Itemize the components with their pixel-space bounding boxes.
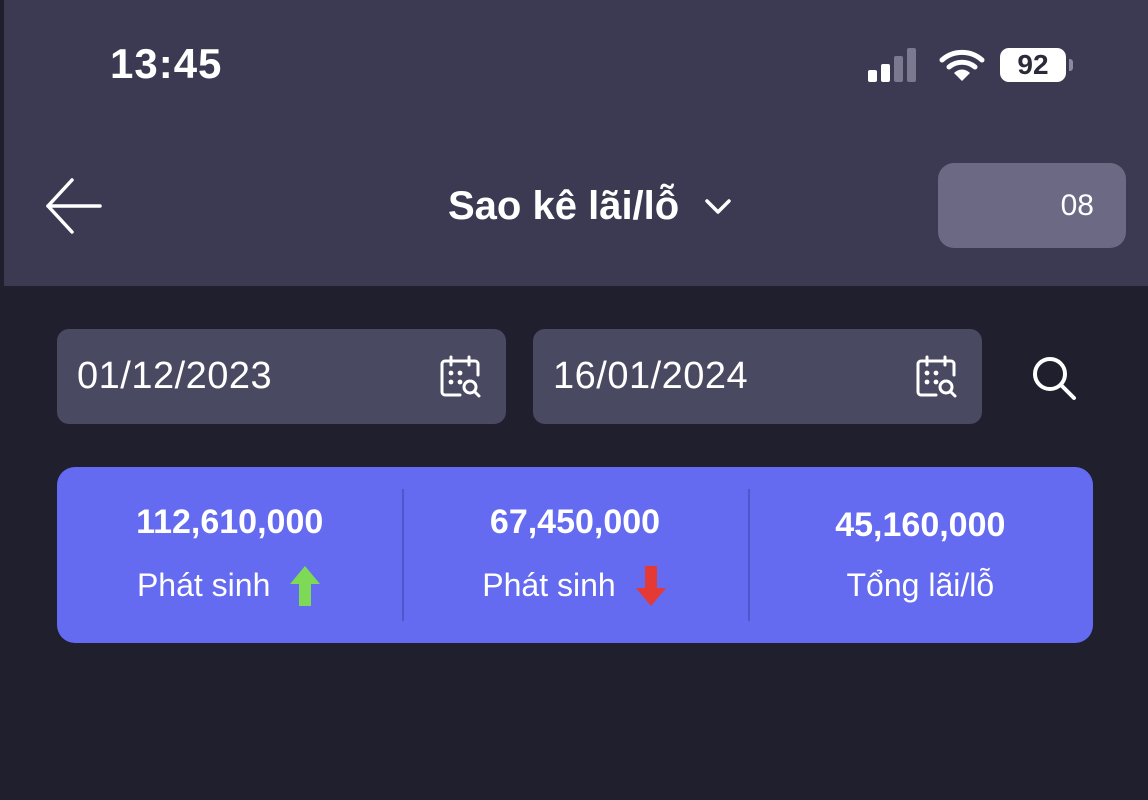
total-amount: 45,160,000 — [835, 506, 1006, 544]
cellular-signal-icon — [868, 48, 920, 82]
from-date-value: 01/12/2023 — [77, 355, 273, 397]
search-icon — [1033, 357, 1076, 400]
credit-amount: 112,610,000 — [136, 502, 324, 541]
status-time: 13:45 — [110, 40, 223, 87]
back-button[interactable] — [40, 172, 108, 240]
battery-level: 92 — [1000, 48, 1066, 82]
summary-total: 45,160,000 Tổng lãi/lỗ — [747, 467, 1093, 643]
summary-debit: 67,450,000 Phát sinh — [402, 467, 747, 643]
account-selector[interactable]: 08 — [938, 163, 1126, 248]
from-date-field[interactable]: 01/12/2023 — [57, 329, 506, 424]
to-date-value: 16/01/2024 — [553, 355, 749, 397]
calendar-search-icon[interactable] — [912, 353, 960, 401]
wifi-icon — [939, 49, 985, 81]
to-date-field[interactable]: 16/01/2024 — [533, 329, 982, 424]
debit-amount: 67,450,000 — [489, 502, 661, 541]
arrow-down-icon — [635, 565, 666, 606]
search-button[interactable] — [1026, 350, 1082, 406]
page-title: Sao kê lãi/lỗ — [448, 183, 680, 228]
summary-credit: 112,610,000 Phát sinh — [57, 467, 402, 643]
arrow-left-icon — [46, 178, 102, 234]
chevron-down-icon — [705, 199, 731, 214]
summary-card: 112,610,000 Phát sinh 67,450,000 Phát si… — [57, 467, 1093, 643]
total-label: Tổng lãi/lỗ — [846, 567, 995, 603]
calendar-search-icon[interactable] — [436, 353, 484, 401]
arrow-up-icon — [290, 565, 321, 606]
credit-label: Phát sinh — [136, 567, 271, 603]
status-icons: 92 — [868, 44, 1073, 86]
title-dropdown[interactable]: Sao kê lãi/lỗ — [448, 178, 735, 234]
account-number: 08 — [1060, 188, 1094, 222]
debit-label: Phát sinh — [482, 567, 616, 603]
battery-icon: 92 — [1000, 48, 1073, 82]
